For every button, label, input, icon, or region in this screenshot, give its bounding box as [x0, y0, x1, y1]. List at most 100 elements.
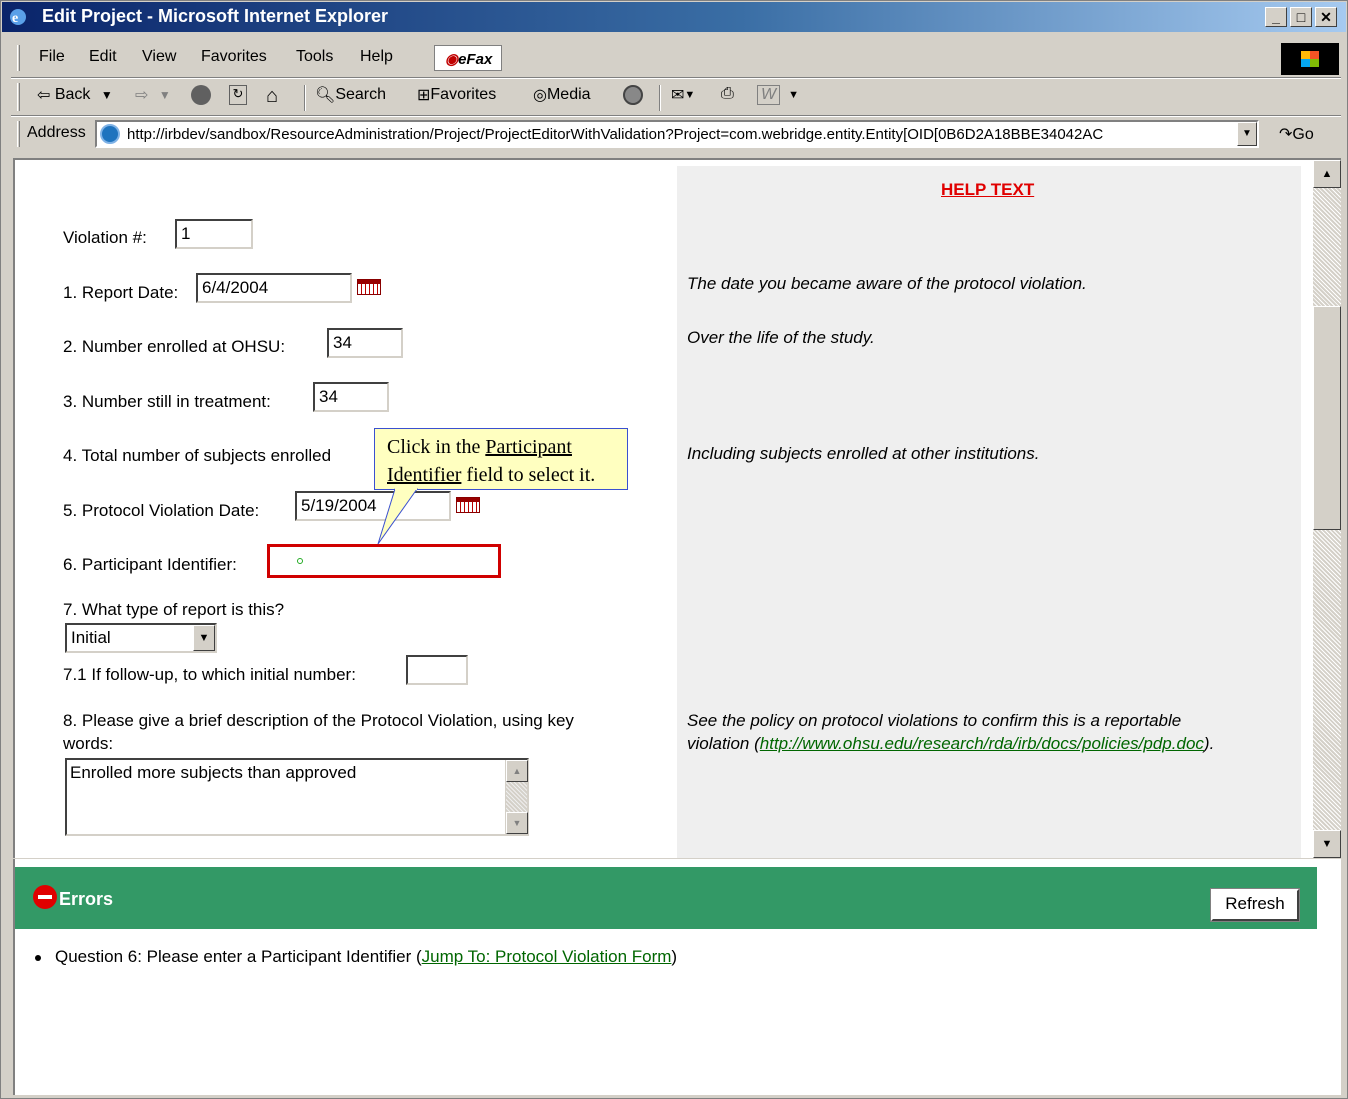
- error-message: Question 6: Please enter a Participant I…: [55, 947, 422, 966]
- tooltip-line2-link: Identifier: [387, 464, 462, 486]
- report-date-input[interactable]: 6/4/2004: [196, 273, 352, 303]
- tooltip-line1-link: Participant: [485, 436, 572, 458]
- refresh-icon: ↻: [229, 85, 247, 105]
- description-textarea[interactable]: Enrolled more subjects than approved ▲ ▼: [65, 758, 529, 836]
- policy-link[interactable]: http://www.ohsu.edu/research/rda/irb/doc…: [760, 734, 1204, 753]
- word-icon: W: [757, 85, 781, 105]
- bullet-icon: [35, 954, 41, 961]
- stop-icon: [191, 85, 211, 105]
- history-button[interactable]: [623, 85, 643, 105]
- scroll-up-icon[interactable]: ▲: [506, 760, 528, 782]
- help-title: HELP TEXT: [941, 180, 1035, 199]
- page-scroll-thumb[interactable]: [1313, 306, 1341, 530]
- errors-panel: Errors Refresh Question 6: Please enter …: [13, 859, 1341, 1095]
- address-url: http://irbdev/sandbox/ResourceAdministra…: [127, 126, 1104, 143]
- menu-file[interactable]: File: [39, 48, 65, 66]
- menu-favorites[interactable]: Favorites: [201, 48, 267, 66]
- jump-to-form-link[interactable]: Jump To: Protocol Violation Form: [422, 947, 672, 966]
- violation-number-input[interactable]: 1: [175, 219, 253, 249]
- error-close-paren: ): [671, 947, 678, 966]
- participant-identifier-input[interactable]: [267, 544, 501, 578]
- media-label: Media: [546, 86, 591, 104]
- help-report-date: The date you became aware of the protoco…: [687, 274, 1087, 293]
- favorites-icon: ⊞: [417, 87, 431, 104]
- tooltip-line2-post: field to select it.: [461, 464, 596, 486]
- address-input[interactable]: http://irbdev/sandbox/ResourceAdministra…: [95, 120, 1259, 148]
- chevron-down-icon[interactable]: ▼: [193, 625, 215, 651]
- followup-input[interactable]: [406, 655, 468, 685]
- search-icon: 🔍︎: [315, 87, 336, 104]
- report-date-calendar-icon[interactable]: [357, 279, 381, 295]
- home-icon: ⌂: [266, 85, 279, 107]
- errors-title: Errors: [59, 889, 114, 909]
- help-description-line2: violation (http://www.ohsu.edu/research/…: [687, 734, 1214, 754]
- menu-tools[interactable]: Tools: [296, 48, 333, 66]
- windows-logo: [1281, 43, 1339, 75]
- toolbar-grip: [17, 83, 20, 111]
- efax-label: eFax: [458, 51, 493, 68]
- toolbar-divider-2: [659, 85, 661, 111]
- print-icon: ⎙: [721, 85, 734, 102]
- page-content: HELP TEXT The date you became aware of t…: [13, 158, 1341, 858]
- followup-label: 7.1 If follow-up, to which initial numbe…: [63, 665, 356, 684]
- forward-dropdown-icon: ▼: [158, 88, 171, 102]
- scroll-down-icon[interactable]: ▼: [506, 812, 528, 834]
- close-button[interactable]: ✕: [1315, 7, 1337, 27]
- svg-text:e: e: [12, 11, 18, 26]
- violation-date-label: 5. Protocol Violation Date:: [63, 501, 260, 520]
- menu-edit[interactable]: Edit: [89, 48, 117, 66]
- toolbar-divider: [304, 85, 306, 111]
- in-treatment-label: 3. Number still in treatment:: [63, 392, 271, 411]
- address-dropdown-icon[interactable]: ▼: [1237, 122, 1257, 146]
- help-description-line1: See the policy on protocol violations to…: [687, 711, 1182, 730]
- stop-button[interactable]: [191, 85, 211, 105]
- mail-button[interactable]: ✉▼: [671, 85, 695, 105]
- menu-help[interactable]: Help: [360, 48, 393, 66]
- minimize-button[interactable]: _: [1265, 7, 1287, 27]
- help-enrolled: Over the life of the study.: [687, 328, 875, 347]
- menu-bar: File Edit View Favorites Tools Help ◉eFa…: [11, 41, 1281, 75]
- page-scrollbar[interactable]: ▲ ▼: [1313, 160, 1341, 858]
- page-scroll-up-icon[interactable]: ▲: [1313, 160, 1341, 188]
- in-treatment-input[interactable]: 34: [313, 382, 389, 412]
- page-scroll-down-icon[interactable]: ▼: [1313, 830, 1341, 858]
- enrolled-label: 2. Number enrolled at OHSU:: [63, 337, 286, 356]
- address-grip: [17, 121, 20, 147]
- favorites-label: Favorites: [430, 86, 497, 104]
- textarea-scrollbar[interactable]: ▲ ▼: [505, 760, 528, 834]
- efax-button[interactable]: ◉eFax: [434, 45, 502, 71]
- total-enrolled-label: 4. Total number of subjects enrolled: [63, 446, 332, 465]
- report-type-value: Initial: [71, 628, 111, 647]
- edit-dropdown-icon: ▼: [788, 89, 799, 101]
- mail-icon: ✉: [671, 87, 685, 104]
- enrolled-input[interactable]: 34: [327, 328, 403, 358]
- edit-word-button[interactable]: W ▼: [757, 85, 799, 105]
- violation-date-calendar-icon[interactable]: [456, 497, 480, 513]
- maximize-button[interactable]: □: [1290, 7, 1312, 27]
- efax-icon: ◉: [445, 51, 459, 68]
- home-button[interactable]: ⌂: [266, 85, 278, 108]
- no-entry-icon: [33, 885, 57, 909]
- print-button[interactable]: ⎙: [721, 85, 734, 103]
- forward-button[interactable]: ⇨ ▼: [135, 85, 171, 105]
- refresh-page-button[interactable]: ↻: [229, 85, 247, 105]
- address-label: Address: [27, 124, 86, 141]
- tooltip-line1-pre: Click in the: [387, 436, 486, 458]
- report-type-select[interactable]: Initial ▼: [65, 623, 217, 653]
- menu-grip: [17, 45, 20, 71]
- media-button[interactable]: ◎Media: [533, 85, 591, 105]
- page-icon: [100, 124, 120, 144]
- help-tooltip: Click in the Participant Identifier fiel…: [374, 428, 628, 490]
- refresh-button[interactable]: Refresh: [1210, 888, 1300, 922]
- back-label: Back: [54, 86, 91, 104]
- go-button[interactable]: ↷Go: [1279, 124, 1314, 144]
- browser-window: e Edit Project - Microsoft Internet Expl…: [0, 0, 1348, 1099]
- search-button[interactable]: 🔍︎Search: [315, 85, 386, 105]
- back-dropdown-icon: ▼: [100, 88, 113, 102]
- report-type-label: 7. What type of report is this?: [63, 600, 285, 619]
- back-button[interactable]: ⇦ Back ▼: [37, 85, 113, 105]
- back-arrow-icon: ⇦: [37, 87, 51, 104]
- favorites-button[interactable]: ⊞Favorites: [417, 85, 496, 105]
- mail-dropdown-icon: ▼: [684, 89, 696, 101]
- menu-view[interactable]: View: [142, 48, 176, 66]
